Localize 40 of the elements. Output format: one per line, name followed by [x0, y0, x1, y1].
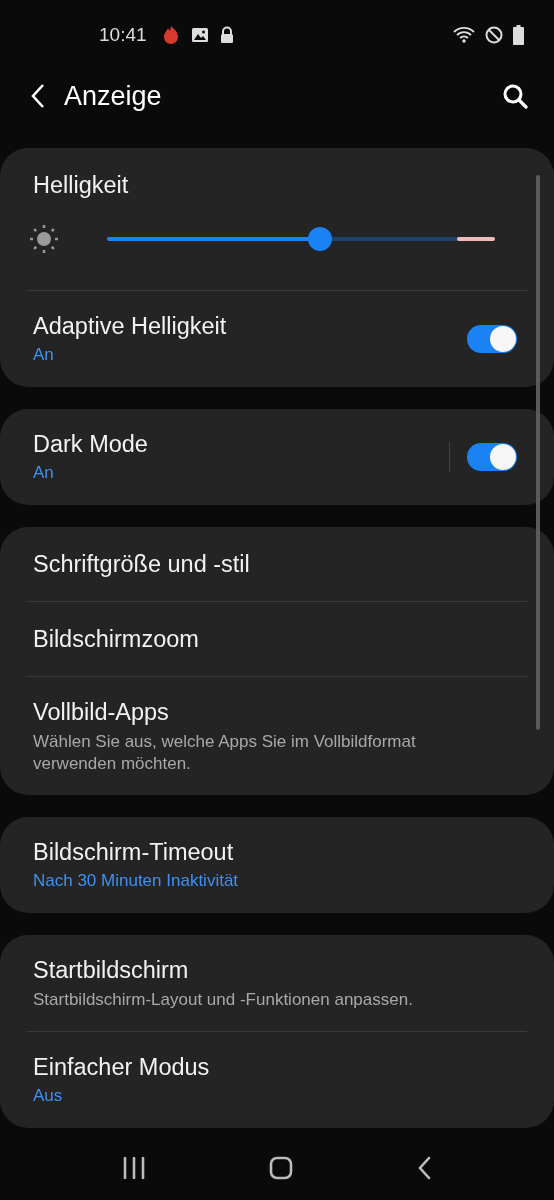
setting-title: Schriftgröße und -stil [33, 550, 251, 579]
setting-title: Startbildschirm [33, 956, 190, 985]
setting-row[interactable]: Dark Mode An [27, 409, 527, 505]
battery-icon [513, 25, 524, 45]
lock-icon [218, 26, 235, 44]
setting-title: Bildschirm-Timeout [33, 838, 235, 867]
back-icon[interactable] [416, 1155, 433, 1180]
setting-title: Vollbild-Apps [33, 698, 170, 727]
setting-row[interactable]: Einfacher Modus Aus [27, 1031, 527, 1128]
blocked-icon [485, 26, 503, 44]
setting-row[interactable]: Bildschirm-Timeout Nach 30 Minuten Inaktivität [27, 817, 527, 913]
setting-row[interactable]: Vollbild-Apps Wählen Sie aus, welche Apps Sie im Vollbildformat verwenden möchten. [27, 676, 527, 795]
toggle-switch[interactable] [467, 325, 517, 353]
recent-apps-icon[interactable] [121, 1156, 146, 1179]
range-marker [457, 237, 495, 241]
setting-row[interactable]: Bildschirmzoom [27, 601, 527, 676]
setting-title: Helligkeit [33, 171, 130, 200]
setting-row[interactable]: Startbildschirm Startbildschirm-Layout und -Funktionen anpassen. [27, 935, 527, 1031]
setting-title: Bildschirmzoom [33, 625, 200, 654]
status-time: 10:41 [99, 24, 147, 46]
back-icon[interactable] [30, 83, 46, 109]
setting-title: Dark Mode [33, 430, 149, 459]
setting-description: Startbildschirm-Layout und -Funktionen anpassen. [33, 989, 414, 1011]
wifi-icon [453, 26, 475, 44]
setting-title: Adaptive Helligkeit [33, 312, 228, 341]
page-title: Anzeige [64, 80, 163, 112]
setting-row[interactable]: Schriftgröße und -stil [27, 527, 527, 601]
setting-status: Nach 30 Minuten Inaktivität [33, 870, 240, 892]
setting-status: Aus [33, 1085, 64, 1107]
setting-description: Wählen Sie aus, welche Apps Sie im Vollbildformat verwenden möchten. [33, 731, 417, 775]
slider-thumb[interactable] [308, 227, 333, 251]
image-icon [190, 26, 209, 44]
brightness-icon [27, 222, 61, 256]
setting-status: An [33, 462, 55, 484]
setting-row[interactable]: Adaptive Helligkeit An [27, 290, 527, 387]
home-icon[interactable] [269, 1155, 293, 1180]
setting-title: Einfacher Modus [33, 1053, 211, 1082]
setting-status: An [33, 344, 55, 366]
toggle-switch[interactable] [467, 443, 517, 471]
search-icon[interactable] [502, 83, 528, 109]
